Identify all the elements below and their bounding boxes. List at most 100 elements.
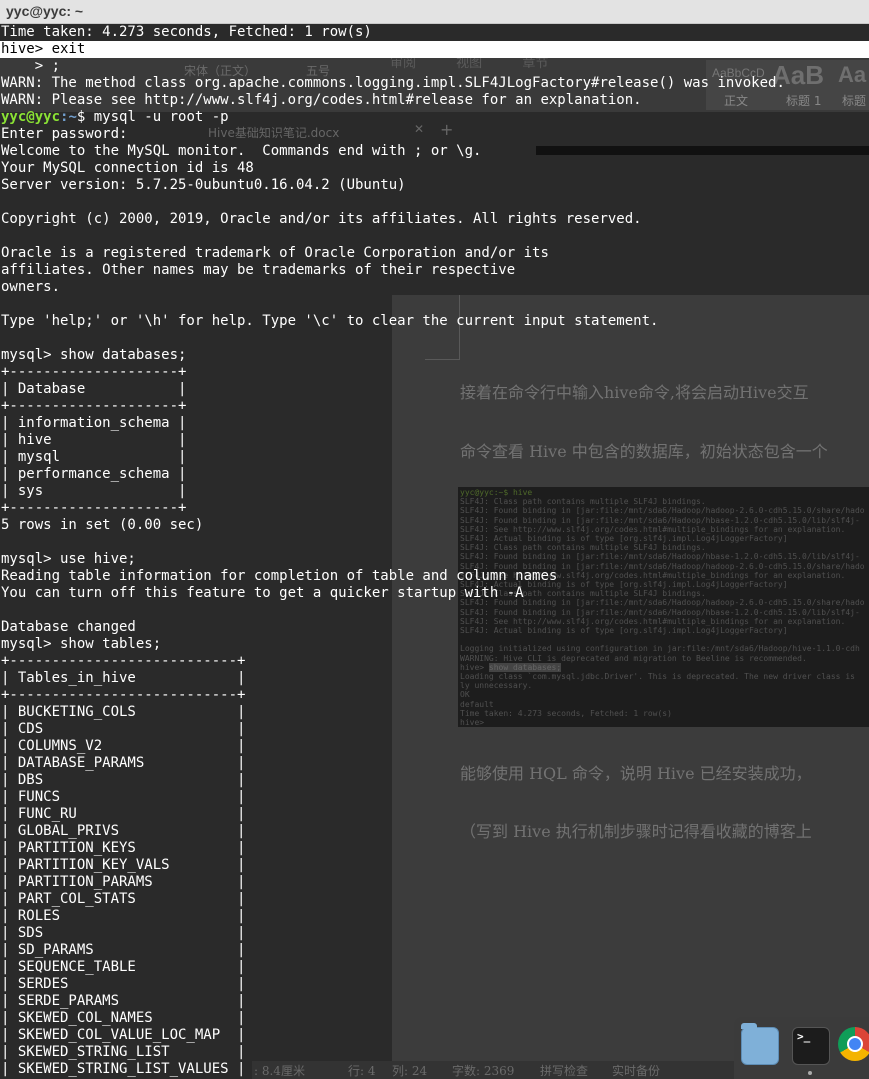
embedded-terminal-line: default bbox=[460, 699, 494, 709]
terminal-line: | COLUMNS_V2 | bbox=[1, 738, 246, 754]
terminal-line: WARN: The method class org.apache.common… bbox=[1, 75, 785, 91]
shell-prompt-line: yyc@yyc:~$ mysql -u root -p bbox=[1, 109, 229, 126]
embedded-terminal-line: SLF4J: Class path contains multiple SLF4… bbox=[460, 543, 706, 553]
terminal-line: Reading table information for completion… bbox=[1, 568, 558, 584]
terminal-line: Time taken: 4.273 seconds, Fetched: 1 ro… bbox=[1, 24, 372, 40]
chrome-icon[interactable] bbox=[838, 1027, 869, 1061]
embedded-terminal-line: yyc@yyc:~$ hive bbox=[460, 488, 532, 497]
terminal-line: Welcome to the MySQL monitor. Commands e… bbox=[1, 143, 482, 159]
status-position: : 8.4厘米 bbox=[254, 1064, 305, 1078]
terminal-line: | Database | bbox=[1, 381, 187, 397]
terminal-line: | SD_PARAMS | bbox=[1, 942, 246, 958]
embedded-terminal-line: hive> show databases; bbox=[460, 662, 562, 672]
terminal-line: | PART_COL_STATS | bbox=[1, 891, 246, 907]
files-icon[interactable] bbox=[741, 1023, 779, 1065]
terminal-line: Oracle is a registered trademark of Orac… bbox=[1, 245, 549, 261]
terminal-line: | SKEWED_STRING_LIST_VALUES | bbox=[1, 1061, 246, 1077]
doc-paragraph-2: 命令查看 Hive 中包含的数据库，初始状态包含一个 bbox=[460, 442, 828, 461]
plus-icon: + bbox=[440, 120, 454, 139]
document-page bbox=[392, 295, 869, 1079]
terminal-line: mysql> show databases; bbox=[1, 347, 187, 363]
embedded-terminal-line: hive> bbox=[460, 718, 485, 727]
terminal-line: mysql> show tables; bbox=[1, 636, 162, 652]
terminal-line: You can turn off this feature to get a q… bbox=[1, 585, 524, 601]
status-column: 列: 24 bbox=[392, 1064, 428, 1078]
active-indicator bbox=[808, 1071, 812, 1075]
embedded-terminal-line: Loading class `com.mysql.jdbc.Driver'. T… bbox=[460, 672, 855, 681]
terminal-line: +---------------------------+ bbox=[1, 653, 246, 669]
embedded-terminal-screenshot: yyc@yyc:~$ hive SLF4J: Class path contain… bbox=[458, 487, 869, 727]
terminal-line: | GLOBAL_PRIVS | bbox=[1, 823, 246, 839]
terminal-line: | mysql | bbox=[1, 449, 187, 465]
terminal-line: | SKEWED_COL_VALUE_LOC_MAP | bbox=[1, 1027, 246, 1043]
terminal-line: | DATABASE_PARAMS | bbox=[1, 755, 246, 771]
terminal-line: mysql> use hive; bbox=[1, 551, 136, 567]
ribbon-tab-review: 审阅 bbox=[390, 56, 417, 71]
terminal-line: | SERDE_PARAMS | bbox=[1, 993, 246, 1009]
terminal-line: | PARTITION_KEY_VALS | bbox=[1, 857, 246, 873]
terminal-line: +--------------------+ bbox=[1, 500, 187, 516]
document-tab-label: Hive基础知识笔记.docx bbox=[208, 126, 340, 140]
terminal-line: | FUNCS | bbox=[1, 789, 246, 805]
embedded-terminal-line: SLF4J: Found binding in [jar:file:/mnt/s… bbox=[460, 506, 865, 516]
terminal-window[interactable]: 审阅 视图 章节 宋体（正文） 五号 AaBbCcD AaB Aa 正文 标题 … bbox=[0, 24, 869, 1079]
embedded-terminal-line: Time taken: 4.273 seconds, Fetched: 1 ro… bbox=[460, 708, 672, 718]
embedded-terminal-line: Logging initialized using configuration … bbox=[460, 644, 860, 654]
embedded-terminal-line: SLF4J: Found binding in [jar:file:/mnt/s… bbox=[460, 552, 860, 562]
embedded-terminal-line: ly unnecessary. bbox=[460, 681, 533, 691]
terminal-line: Enter password: bbox=[1, 126, 128, 142]
terminal-line: Database changed bbox=[1, 619, 136, 635]
terminal-line: WARN: Please see http://www.slf4j.org/co… bbox=[1, 92, 642, 108]
embedded-terminal-line: SLF4J: Class path contains multiple SLF4… bbox=[460, 497, 706, 507]
terminal-line: | performance_schema | bbox=[1, 466, 187, 482]
terminal-line: Server version: 5.7.25-0ubuntu0.16.04.2 … bbox=[1, 177, 406, 193]
terminal-glyph: >_ bbox=[797, 1030, 811, 1043]
terminal-line: | information_schema | bbox=[1, 415, 187, 431]
terminal-line: hive> exit bbox=[0, 41, 869, 58]
terminal-line: | DBS | bbox=[1, 772, 246, 788]
doc-dark-bar bbox=[536, 146, 869, 155]
ribbon-tab-view: 视图 bbox=[456, 56, 483, 71]
close-icon: ✕ bbox=[414, 122, 425, 136]
style-label-heading1: 标题 1 bbox=[786, 94, 822, 108]
embedded-terminal-line: SLF4J: Actual binding is of type [org.sl… bbox=[460, 534, 788, 543]
style-label-normal: 正文 bbox=[724, 94, 749, 108]
terminal-line: 5 rows in set (0.00 sec) bbox=[1, 517, 204, 533]
terminal-line: | CDS | bbox=[1, 721, 246, 737]
terminal-line: | PARTITION_PARAMS | bbox=[1, 874, 246, 890]
style-preview-heading: Aa bbox=[838, 62, 867, 87]
status-backup: 实时备份 bbox=[612, 1064, 661, 1078]
embedded-terminal-line: OK bbox=[460, 690, 470, 700]
terminal-line: affiliates. Other names may be trademark… bbox=[1, 262, 516, 278]
doc-paragraph-1: 接着在命令行中输入hive命令,将会启动Hive交互 bbox=[460, 383, 809, 402]
terminal-line: | ROLES | bbox=[1, 908, 246, 924]
terminal-line: | PARTITION_KEYS | bbox=[1, 840, 246, 856]
prompt-path: :~ bbox=[60, 109, 77, 125]
status-word-count: 字数: 2369 bbox=[452, 1064, 515, 1078]
terminal-icon[interactable]: >_ bbox=[792, 1027, 830, 1065]
ribbon-tab-chapter: 章节 bbox=[522, 56, 549, 71]
terminal-line: | SERDES | bbox=[1, 976, 246, 992]
terminal-line: Type 'help;' or '\h' for help. Type '\c'… bbox=[1, 313, 659, 329]
embedded-terminal-line: SLF4J: See http://www.slf4j.org/codes.ht… bbox=[460, 524, 846, 534]
terminal-line: | FUNC_RU | bbox=[1, 806, 246, 822]
doc-paragraph-4: （写到 Hive 执行机制步骤时记得看收藏的博客上 bbox=[460, 822, 812, 841]
terminal-line: | SDS | bbox=[1, 925, 246, 941]
terminal-line: | SEQUENCE_TABLE | bbox=[1, 959, 246, 975]
embedded-prompt: yyc@yyc:~$ hive bbox=[460, 488, 533, 497]
prompt-user: yyc@yyc bbox=[1, 109, 61, 125]
style-label-heading: 标题 bbox=[842, 94, 867, 108]
status-spell-check: 拼写检查 bbox=[540, 1064, 589, 1078]
terminal-line: | Tables_in_hive | bbox=[1, 670, 246, 686]
embedded-terminal-line: WARNING: Hive CLI is deprecated and migr… bbox=[460, 653, 807, 663]
terminal-line: | hive | bbox=[1, 432, 187, 448]
embedded-highlight: show databases; bbox=[488, 662, 562, 672]
terminal-line: +--------------------+ bbox=[1, 398, 187, 414]
terminal-line: | BUCKETING_COLS | bbox=[1, 704, 246, 720]
window-title: yyc@yyc: ~ bbox=[6, 3, 84, 19]
terminal-line: owners. bbox=[1, 279, 61, 295]
terminal-line: +--------------------+ bbox=[1, 364, 187, 380]
terminal-line: Copyright (c) 2000, 2019, Oracle and/or … bbox=[1, 211, 642, 227]
terminal-line: | sys | bbox=[1, 483, 187, 499]
embedded-terminal-line: SLF4J: See http://www.slf4j.org/codes.ht… bbox=[460, 616, 846, 626]
